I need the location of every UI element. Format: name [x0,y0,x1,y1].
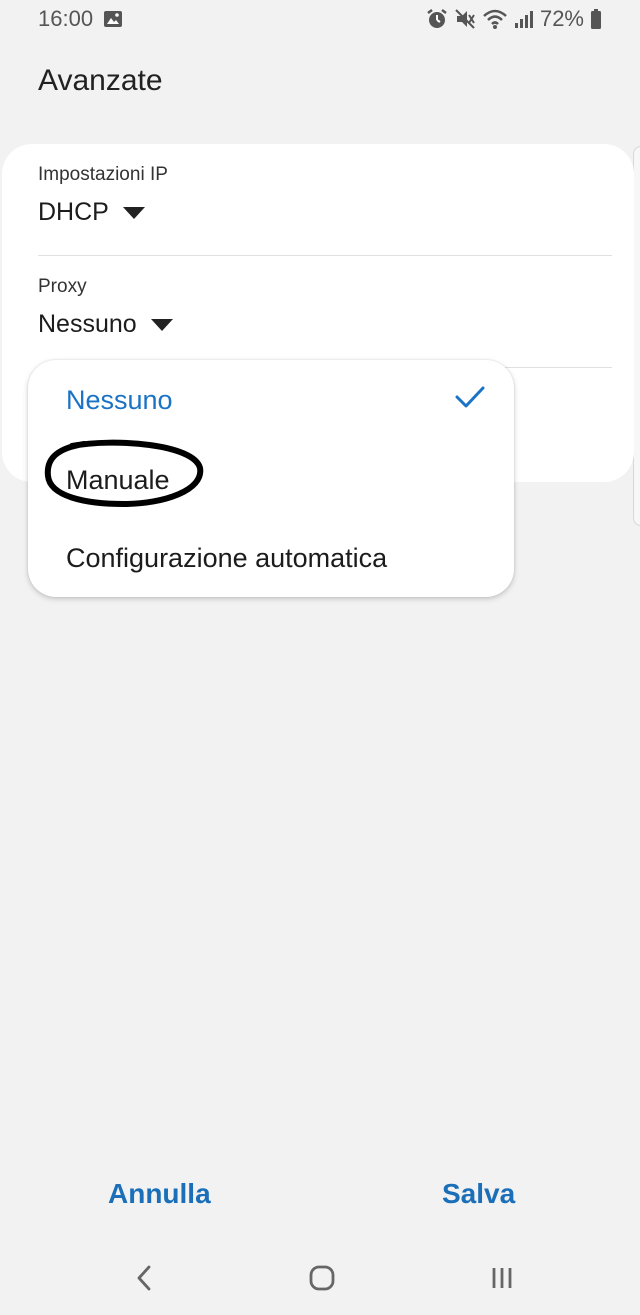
ip-settings-row[interactable]: Impostazioni IP DHCP [38,164,612,256]
status-left: 16:00 [38,6,123,32]
ip-settings-dropdown[interactable]: DHCP [38,198,612,227]
battery-percent: 72% [539,6,584,31]
menu-option-configurazione-automatica[interactable]: Configurazione automatica [66,528,486,588]
navigation-bar [0,1236,640,1315]
menu-option-label: Nessuno [66,384,173,415]
proxy-value: Nessuno [38,310,137,338]
home-icon[interactable] [302,1258,342,1298]
cancel-button[interactable]: Annulla [108,1178,211,1210]
checkmark-icon [454,385,486,416]
signal-icon [514,9,534,29]
ip-settings-value: DHCP [38,198,109,226]
status-time: 16:00 [38,6,94,31]
ip-settings-label: Impostazioni IP [38,164,168,185]
menu-option-label: Configurazione automatica [66,542,388,573]
mute-icon [454,8,476,30]
menu-option-label: Manuale [66,464,170,495]
image-icon [103,10,123,28]
page-title: Avanzate [38,64,163,97]
proxy-dropdown[interactable]: Nessuno [38,310,612,339]
menu-option-manuale[interactable]: Manuale [66,450,486,510]
save-button[interactable]: Salva [442,1178,515,1210]
wifi-icon [482,8,508,30]
proxy-label: Proxy [38,276,87,297]
proxy-row[interactable]: Proxy Nessuno [38,276,612,368]
status-right: 72% [426,6,602,32]
status-bar: 16:00 72% [0,0,640,38]
battery-icon [590,8,602,30]
recent-apps-icon[interactable] [482,1258,522,1298]
proxy-options-menu: Nessuno Manuale Configurazione automatic… [28,360,514,597]
back-icon[interactable] [124,1258,164,1298]
caret-down-icon [150,318,173,331]
alarm-icon [426,8,448,30]
caret-down-icon [122,206,145,219]
scroll-edge [633,146,640,526]
menu-option-nessuno[interactable]: Nessuno [66,370,486,430]
